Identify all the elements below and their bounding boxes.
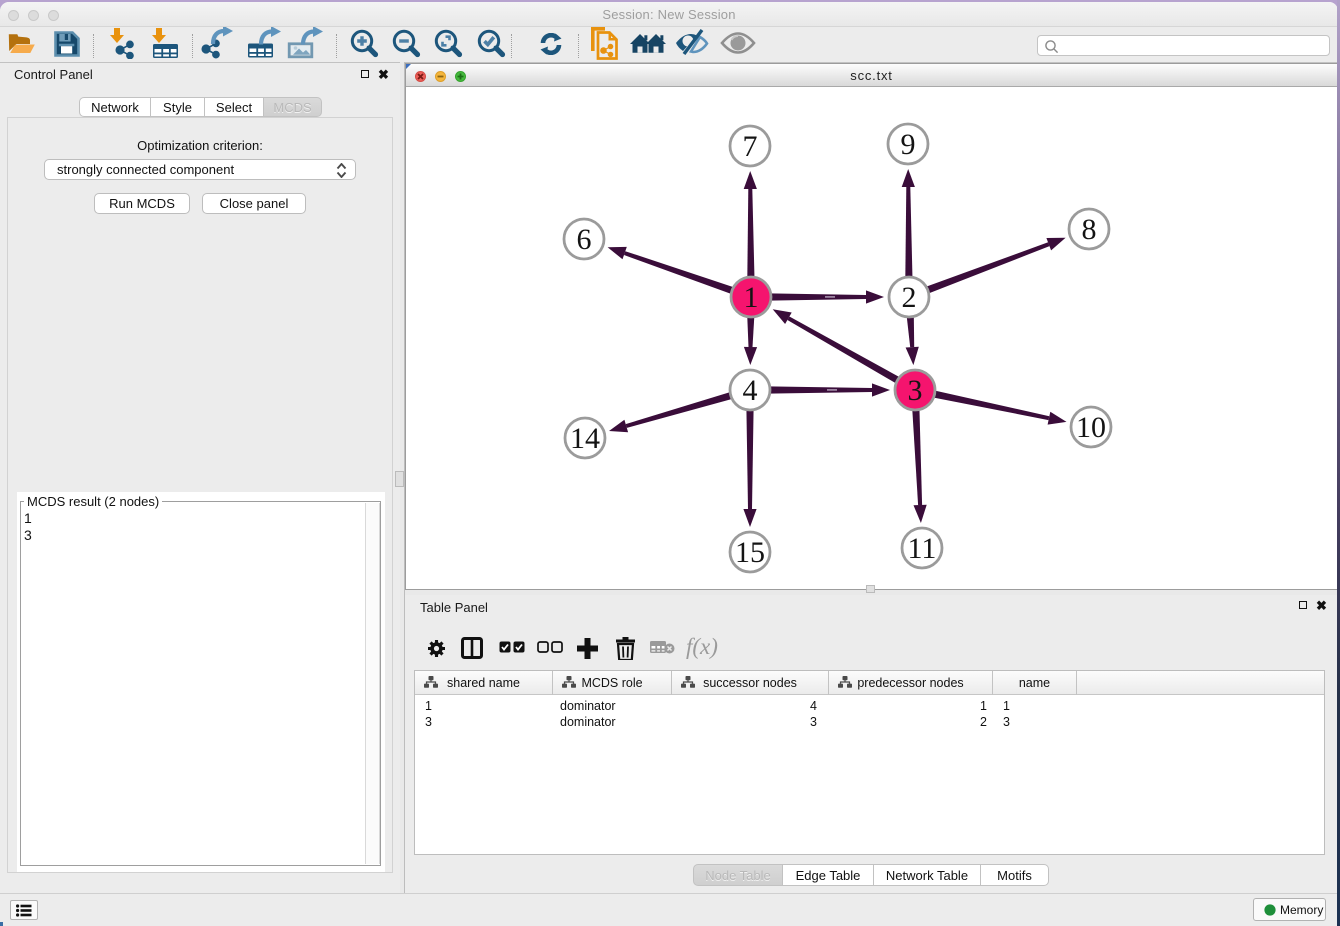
svg-text:7: 7 (743, 130, 758, 163)
svg-text:6: 6 (577, 223, 592, 256)
svg-text:2: 2 (902, 281, 917, 314)
svg-text:8: 8 (1082, 213, 1097, 246)
svg-text:4: 4 (743, 374, 758, 407)
svg-text:11: 11 (908, 532, 937, 565)
svg-text:3: 3 (908, 374, 923, 407)
svg-text:15: 15 (735, 536, 765, 569)
svg-text:9: 9 (901, 128, 916, 161)
svg-text:1: 1 (744, 281, 759, 314)
svg-text:14: 14 (570, 422, 600, 455)
svg-text:10: 10 (1076, 411, 1106, 444)
